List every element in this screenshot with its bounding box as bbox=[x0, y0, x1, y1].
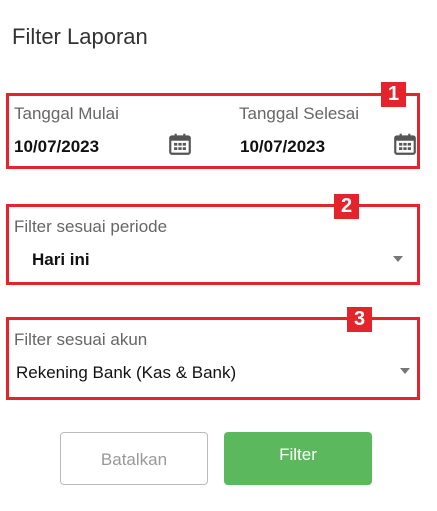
filter-button[interactable]: Filter bbox=[224, 432, 372, 485]
period-filter-label: Filter sesuai periode bbox=[14, 217, 168, 236]
cancel-button[interactable]: Batalkan bbox=[60, 432, 208, 485]
page-title: Filter Laporan bbox=[12, 24, 148, 49]
caret-down-icon[interactable] bbox=[393, 256, 403, 262]
start-date-input[interactable]: 10/07/2023 bbox=[14, 137, 99, 157]
start-date-label: Tanggal Mulai bbox=[14, 104, 119, 123]
step-badge-3: 3 bbox=[347, 307, 372, 332]
step-badge-2: 2 bbox=[334, 194, 359, 219]
calendar-icon[interactable] bbox=[167, 131, 193, 157]
caret-down-icon[interactable] bbox=[400, 368, 410, 374]
end-date-input[interactable]: 10/07/2023 bbox=[240, 137, 325, 157]
end-date-label: Tanggal Selesai bbox=[239, 104, 360, 123]
period-filter-select[interactable]: Hari ini bbox=[32, 250, 90, 270]
account-filter-label: Filter sesuai akun bbox=[14, 330, 148, 349]
account-filter-select[interactable]: Rekening Bank (Kas & Bank) bbox=[16, 363, 236, 383]
calendar-icon[interactable] bbox=[392, 131, 418, 157]
step-badge-1: 1 bbox=[381, 82, 406, 107]
